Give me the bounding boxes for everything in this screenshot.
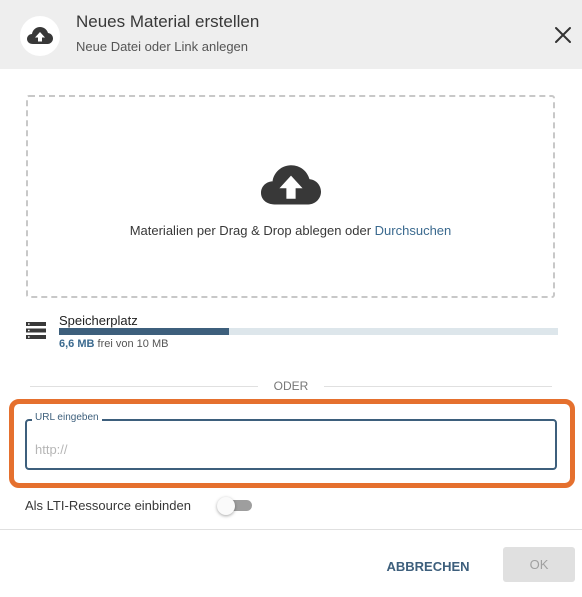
storage-info: 6,6 MB frei von 10 MB: [59, 338, 168, 350]
storage-progress-fill: [59, 328, 229, 335]
dropzone-text: Materialien per Drag & Drop ablegen oder…: [28, 223, 553, 238]
storage-free-value: 6,6 MB: [59, 338, 95, 350]
lti-toggle-knob: [217, 497, 235, 515]
storage-title: Speicherplatz: [59, 313, 138, 328]
or-divider: ODER: [30, 378, 552, 394]
url-field-label: URL eingeben: [32, 412, 102, 423]
close-icon[interactable]: [552, 24, 574, 46]
browse-link[interactable]: Durchsuchen: [375, 223, 452, 238]
cloud-upload-icon: [261, 165, 321, 205]
footer-divider: [0, 529, 582, 530]
dialog-subtitle: Neue Datei oder Link anlegen: [76, 39, 249, 54]
ok-button[interactable]: OK: [503, 547, 575, 582]
dropzone-instruction: Materialien per Drag & Drop ablegen oder: [129, 223, 375, 238]
cancel-button[interactable]: ABBRECHEN: [380, 553, 476, 579]
file-dropzone[interactable]: Materialien per Drag & Drop ablegen oder…: [26, 95, 555, 298]
dialog-header: Neues Material erstellen Neue Datei oder…: [0, 0, 582, 69]
dialog-title: Neues Material erstellen: [76, 12, 260, 31]
lti-toggle[interactable]: [217, 497, 253, 515]
url-input[interactable]: [33, 436, 547, 462]
header-icon-circle: [20, 16, 60, 56]
lti-toggle-label: Als LTI-Ressource einbinden: [25, 498, 191, 513]
divider-line-right: [324, 386, 552, 387]
storage-progress-bar: [59, 328, 558, 335]
cloud-upload-icon: [27, 27, 53, 44]
storage-icon: [26, 322, 46, 339]
storage-free-suffix: frei von 10 MB: [94, 338, 169, 350]
